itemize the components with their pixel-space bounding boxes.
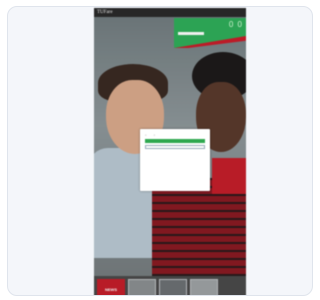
dialog-options	[145, 134, 205, 137]
option-b-radio[interactable]	[154, 134, 157, 137]
screenshot-card: TUFare 0 0 NEWS	[7, 6, 313, 296]
consent-dialog	[140, 129, 210, 191]
accept-button[interactable]	[145, 139, 205, 143]
option-a-radio[interactable]	[145, 134, 148, 137]
mobile-webpage-preview: TUFare 0 0 NEWS	[94, 8, 246, 295]
secondary-button[interactable]	[145, 145, 205, 149]
